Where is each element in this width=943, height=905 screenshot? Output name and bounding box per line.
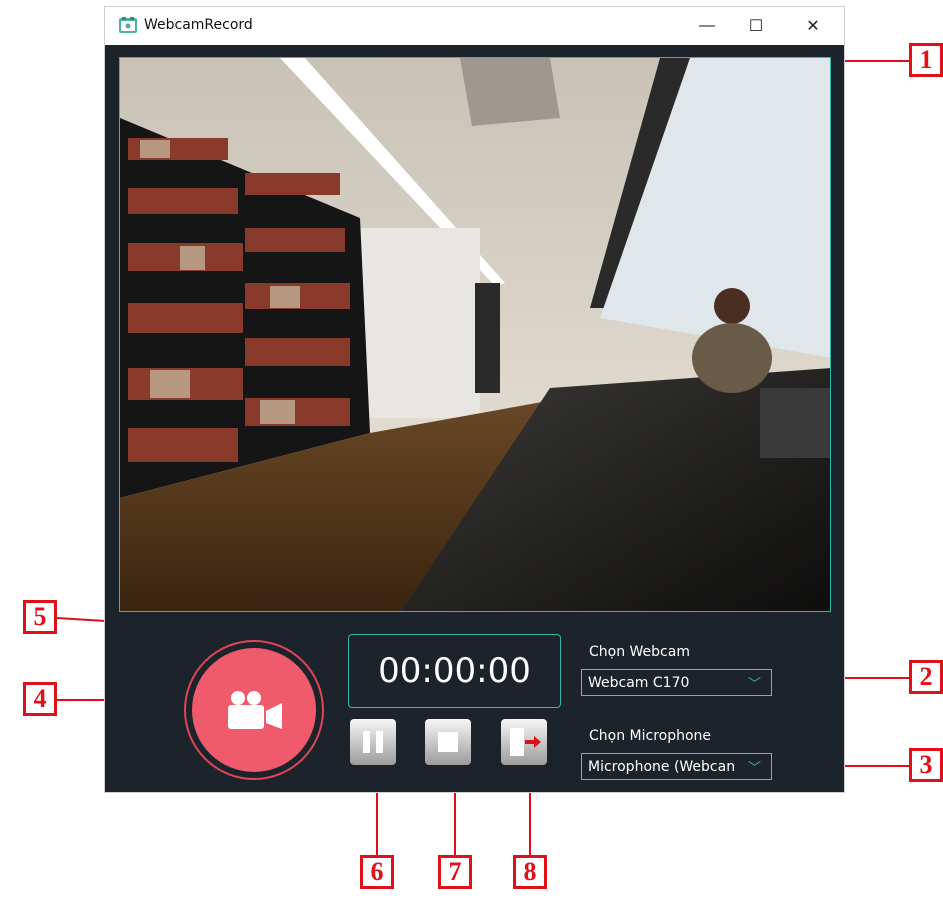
callout-4: 4 <box>23 682 57 716</box>
stop-button[interactable] <box>425 719 471 765</box>
title-bar: WebcamRecord — ☐ ✕ <box>105 7 844 45</box>
record-button[interactable] <box>192 648 316 772</box>
callout-8: 8 <box>513 855 547 889</box>
app-icon <box>119 17 137 33</box>
stop-icon <box>438 732 458 752</box>
chevron-down-icon: ﹀ <box>747 676 761 691</box>
webcam-select-value: Webcam C170 <box>588 675 690 691</box>
minimize-button[interactable]: — <box>684 7 730 45</box>
callout-7: 7 <box>438 855 472 889</box>
timer-display: 00:00:00 <box>348 634 561 708</box>
timer-text: 00:00:00 <box>378 651 531 691</box>
microphone-select-value: Microphone (Webcan <box>588 759 736 775</box>
maximize-icon: ☐ <box>748 18 764 35</box>
maximize-button[interactable]: ☐ <box>733 7 779 45</box>
callout-5: 5 <box>23 600 57 634</box>
close-button[interactable]: ✕ <box>790 7 836 45</box>
close-icon: ✕ <box>806 18 820 35</box>
pause-button[interactable] <box>350 719 396 765</box>
pause-icon <box>363 731 383 753</box>
callout-3: 3 <box>909 748 943 782</box>
video-camera-icon <box>228 691 282 729</box>
callout-2: 2 <box>909 660 943 694</box>
microphone-label: Chọn Microphone <box>589 728 712 744</box>
webcam-select[interactable]: Webcam C170 ﹀ <box>581 669 772 696</box>
microphone-select[interactable]: Microphone (Webcan ﹀ <box>581 753 772 780</box>
callout-1: 1 <box>909 43 943 77</box>
exit-button[interactable] <box>501 719 547 765</box>
exit-door-icon <box>510 728 541 756</box>
chevron-down-icon: ﹀ <box>747 760 761 775</box>
webcam-preview <box>119 57 831 612</box>
app-window: WebcamRecord — ☐ ✕ 00:00:00 Chọn Webcam … <box>104 6 845 793</box>
webcam-label: Chọn Webcam <box>589 644 690 660</box>
webcam-feed-image <box>120 58 830 611</box>
callout-6: 6 <box>360 855 394 889</box>
minimize-icon: — <box>699 17 715 34</box>
window-title: WebcamRecord <box>144 17 253 33</box>
